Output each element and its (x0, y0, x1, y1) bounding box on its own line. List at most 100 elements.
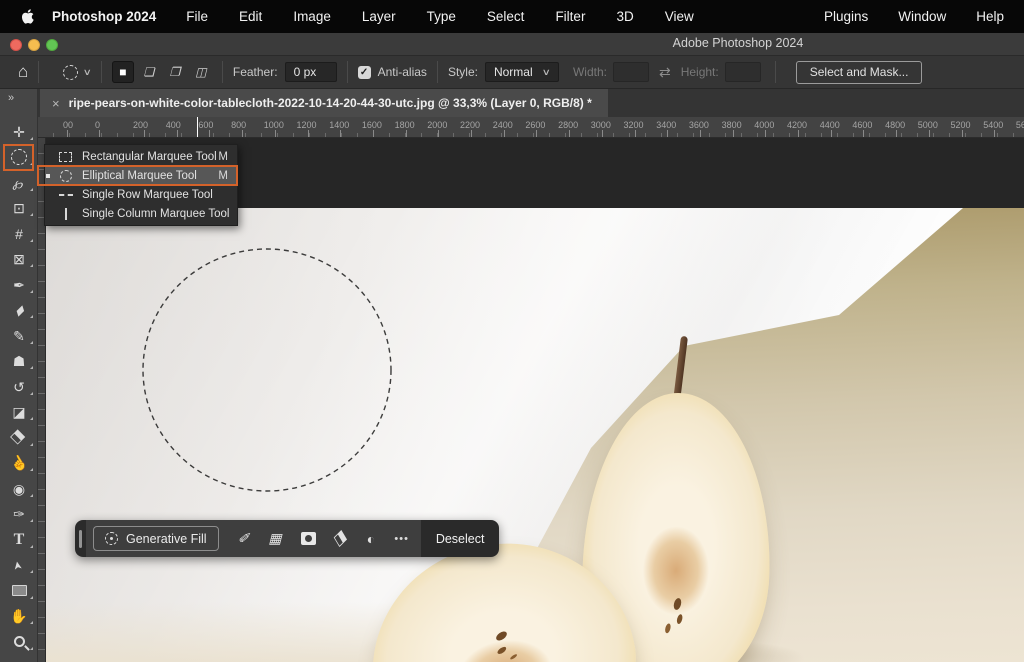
taskbar-drag-handle[interactable] (75, 520, 86, 557)
subtract-from-selection-icon[interactable]: ❐ (164, 61, 186, 83)
menu-item[interactable]: Edit (239, 9, 262, 24)
deselect-button[interactable]: Deselect (421, 520, 500, 557)
menu-item[interactable]: 3D (616, 9, 633, 24)
window-title: Adobe Photoshop 2024 (673, 36, 804, 50)
marquee-tool-icon (58, 208, 73, 220)
single-row-marquee-item[interactable]: Single Row Marquee Tool (45, 185, 237, 204)
menu-item[interactable]: Help (976, 9, 1004, 24)
ruler-label: 400 (166, 120, 181, 130)
more-options-icon[interactable]: ••• (394, 533, 409, 545)
paint-bucket-tool[interactable]: ◧ (0, 425, 38, 451)
marquee-flyout-menu: Rectangular Marquee Tool M Elliptical Ma… (44, 144, 238, 226)
pen-tool[interactable]: ✑ (0, 502, 38, 528)
frame-tool[interactable]: ⊠ (0, 247, 38, 273)
tool-preset-picker[interactable]: ∨ (63, 65, 91, 80)
elliptical-marquee-item[interactable]: Elliptical Marquee Tool M (45, 166, 237, 185)
close-window-button[interactable] (10, 39, 22, 51)
menu-item[interactable]: Type (427, 9, 456, 24)
tools-panel: » ✛ ℘ ⊡ # ⊠ (0, 89, 38, 662)
menu-item[interactable]: Window (898, 9, 946, 24)
new-selection-icon[interactable]: ■ (112, 61, 134, 83)
anti-alias-checkbox[interactable]: ✓ (358, 66, 371, 79)
menu-app-name[interactable]: Photoshop 2024 (52, 9, 156, 24)
menu-item[interactable]: Filter (555, 9, 585, 24)
clone-stamp-tool[interactable]: ☗ (0, 349, 38, 375)
menu-item[interactable]: Select (487, 9, 525, 24)
ruler-label: 4800 (885, 120, 905, 130)
brush-tool[interactable]: ✎ (0, 323, 38, 349)
menu-item[interactable]: Image (293, 9, 331, 24)
lasso-tool[interactable]: ℘ (0, 170, 38, 196)
create-mask-icon[interactable] (301, 532, 316, 545)
ruler-label: 3400 (656, 120, 676, 130)
ruler-label: 600 (198, 120, 213, 130)
swap-dimensions-icon[interactable]: ⇄ (659, 64, 671, 81)
ruler-label: 1400 (329, 120, 349, 130)
close-tab-icon[interactable]: × (52, 96, 60, 111)
menu-item[interactable]: View (665, 9, 694, 24)
width-input[interactable] (613, 62, 649, 82)
type-tool[interactable]: T (0, 527, 38, 553)
ruler-label: 1200 (297, 120, 317, 130)
generative-fill-icon (105, 532, 118, 545)
ruler-label: 2600 (525, 120, 545, 130)
elliptical-selection-marquee[interactable] (140, 246, 394, 496)
ruler-label: 4200 (787, 120, 807, 130)
rectangle-tool[interactable] (0, 578, 38, 604)
document-tab-strip: × ripe-pears-on-white-color-tablecloth-2… (38, 89, 1024, 117)
generative-fill-button[interactable]: Generative Fill (93, 526, 219, 551)
object-selection-tool[interactable]: ⊡ (0, 196, 38, 222)
feather-input[interactable]: 0 px (285, 62, 337, 82)
ruler-label: 0 (95, 120, 100, 130)
toolbar-expand-icon[interactable]: » (0, 89, 37, 104)
style-dropdown[interactable]: Normal ∨ (485, 62, 559, 82)
document-tab[interactable]: × ripe-pears-on-white-color-tablecloth-2… (40, 89, 608, 117)
ruler-label: 5200 (951, 120, 971, 130)
hand-tool[interactable]: ✋ (0, 604, 38, 630)
home-icon[interactable]: ⌂ (18, 62, 28, 82)
spot-healing-brush-tool[interactable]: ▰ (0, 298, 38, 324)
rectangular-marquee-item[interactable]: Rectangular Marquee Tool M (45, 147, 237, 166)
minimize-window-button[interactable] (28, 39, 40, 51)
modify-selection-brush-icon[interactable]: ✐ (238, 530, 250, 547)
menu-item[interactable]: Layer (362, 9, 396, 24)
eraser-tool[interactable]: ◪ (0, 400, 38, 426)
marquee-tool-icon (58, 194, 73, 196)
ruler-label: 3600 (689, 120, 709, 130)
tool-options-bar: ⌂ ∨ ■❏❐◫ Feather: 0 px ✓ Anti-alias Styl… (0, 56, 1024, 89)
height-input[interactable] (725, 62, 761, 82)
eyedropper-tool[interactable]: ✒ (0, 272, 38, 298)
dodge-tool[interactable]: ◉ (0, 476, 38, 502)
ruler-label: 3000 (591, 120, 611, 130)
ruler-label: 1800 (395, 120, 415, 130)
adjustment-icon[interactable]: ◐ (367, 531, 375, 547)
menu-item[interactable]: Plugins (824, 9, 868, 24)
horizontal-ruler[interactable]: 0002004006008001000120014001600180020002… (38, 117, 1024, 138)
single-column-marquee-item[interactable]: Single Column Marquee Tool (45, 204, 237, 223)
marquee-tool-icon (58, 170, 73, 182)
refine-edge-icon[interactable]: ▦ (268, 530, 281, 547)
ruler-label: 1000 (264, 120, 284, 130)
zoom-tool[interactable] (0, 629, 38, 655)
shortcut-key: M (218, 151, 237, 163)
select-and-mask-button[interactable]: Select and Mask... (796, 61, 923, 84)
smudge-tool[interactable]: ☝ (0, 451, 38, 477)
add-to-selection-icon[interactable]: ❏ (138, 61, 160, 83)
anti-alias-label[interactable]: Anti-alias (378, 65, 427, 79)
zoom-window-button[interactable] (46, 39, 58, 51)
intersect-selection-icon[interactable]: ◫ (190, 61, 212, 83)
elliptical-marquee-tool[interactable] (0, 145, 38, 171)
fill-selection-icon[interactable]: ◧ (335, 530, 348, 547)
ruler-label: 3800 (722, 120, 742, 130)
feather-label: Feather: (233, 65, 278, 79)
style-label: Style: (448, 65, 478, 79)
shortcut-key: M (218, 170, 237, 182)
crop-tool[interactable]: # (0, 221, 38, 247)
width-label: Width: (573, 65, 607, 79)
apple-logo-icon[interactable] (21, 9, 34, 24)
ruler-label: 1600 (362, 120, 382, 130)
menu-item[interactable]: File (186, 9, 208, 24)
history-brush-tool[interactable]: ↺ (0, 374, 38, 400)
move-tool[interactable]: ✛ (0, 119, 38, 145)
path-selection-tool[interactable]: ➤ (0, 553, 38, 579)
